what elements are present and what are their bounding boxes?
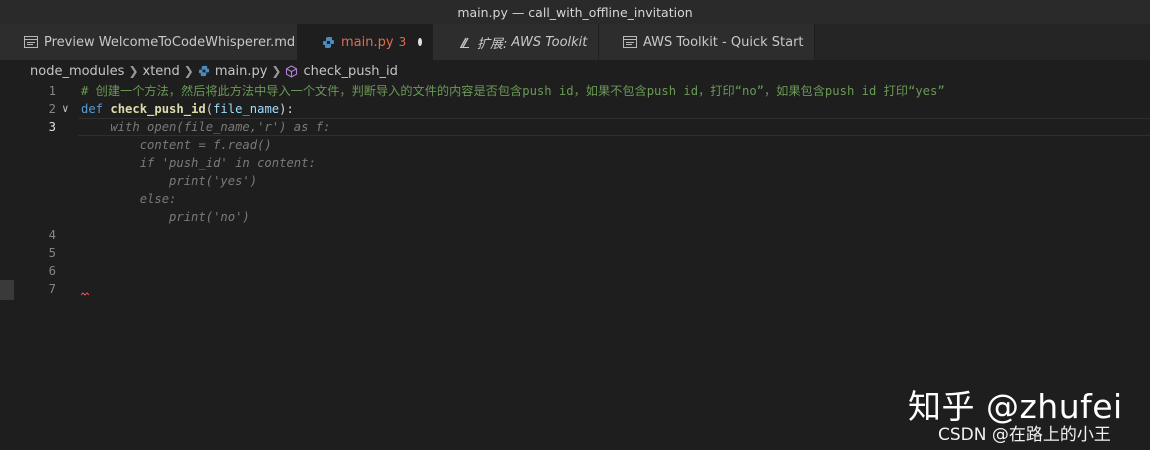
keyword-def: def	[81, 102, 104, 116]
tab-bar: Preview WelcomeToCodeWhisperer.md main.p…	[0, 24, 1150, 60]
line-number: 2	[48, 102, 56, 116]
suggestion-line: else:	[0, 190, 1150, 208]
line-number: 7	[48, 282, 56, 296]
breadcrumb-item-main-py[interactable]: main.py	[215, 64, 268, 79]
function-name: check_push_id	[110, 102, 206, 116]
tab-preview-welcome[interactable]: Preview WelcomeToCodeWhisperer.md	[0, 24, 298, 60]
code-comment: # 创建一个方法，然后将此方法中导入一个文件，判断导入的文件的内容是否包含pus…	[81, 84, 945, 98]
inline-suggestion: else:	[81, 192, 177, 206]
suggestion-line: print('no')	[0, 208, 1150, 226]
code-line-current[interactable]: 3 with open(file_name,'r') as f:	[0, 118, 1150, 136]
line-number: 6	[48, 264, 56, 278]
line-number: 4	[48, 228, 56, 242]
chevron-right-icon: ❯	[183, 64, 194, 78]
inline-suggestion: content = f.read()	[81, 138, 272, 152]
breadcrumb-item-check-push-id[interactable]: check_push_id	[303, 64, 397, 79]
suggestion-line: print('yes')	[0, 172, 1150, 190]
inline-suggestion: print('yes')	[81, 174, 258, 188]
suggestion-line: content = f.read()	[0, 136, 1150, 154]
unsaved-dot-icon[interactable]	[418, 38, 422, 46]
preview-icon	[24, 35, 38, 49]
code-line[interactable]: 7	[0, 280, 1150, 298]
suggestion-line: if 'push_id' in content:	[0, 154, 1150, 172]
chevron-right-icon: ❯	[128, 64, 139, 78]
python-icon	[322, 35, 335, 49]
code-line[interactable]: 4	[0, 226, 1150, 244]
tab-prefix: 扩展:	[477, 36, 508, 52]
preview-icon	[623, 35, 637, 49]
code-line[interactable]: 1 # 创建一个方法，然后将此方法中导入一个文件，判断导入的文件的内容是否包含p…	[0, 82, 1150, 100]
window-title: main.py — call_with_offline_invitation	[0, 0, 1150, 24]
code-line[interactable]: 2 ∨ def check_push_id(file_name):	[0, 100, 1150, 118]
line-number: 1	[48, 84, 56, 98]
tab-label: Preview WelcomeToCodeWhisperer.md	[44, 34, 296, 50]
breadcrumb-item-node-modules[interactable]: node_modules	[30, 64, 124, 79]
paren-close: ):	[279, 102, 294, 116]
symbol-method-icon	[285, 64, 298, 78]
fold-chevron-icon[interactable]: ∨	[62, 100, 76, 118]
code-line[interactable]: 6	[0, 262, 1150, 280]
tab-aws-toolkit-quick-start[interactable]: AWS Toolkit - Quick Start	[599, 24, 815, 60]
python-icon	[198, 65, 210, 77]
code-line[interactable]: 5	[0, 244, 1150, 262]
tab-label: main.py	[341, 34, 394, 50]
code-def-line: def check_push_id(file_name):	[81, 100, 294, 118]
watermark-csdn: CSDN @在路上的小王	[938, 425, 1111, 445]
tab-label: AWS Toolkit - Quick Start	[643, 34, 804, 50]
tab-label: AWS Toolkit	[511, 34, 588, 50]
chevron-right-icon: ❯	[271, 64, 282, 78]
error-squiggle-icon	[81, 292, 89, 296]
line-number: 5	[48, 246, 56, 260]
inline-suggestion: if 'push_id' in content:	[81, 156, 316, 170]
breadcrumb: node_modules ❯ xtend ❯ main.py ❯ check_p…	[0, 60, 1150, 82]
breadcrumb-item-xtend[interactable]: xtend	[143, 64, 180, 79]
inline-suggestion: with open(file_name,'r') as f:	[81, 120, 331, 134]
problem-count-badge: 3	[398, 35, 407, 49]
inline-suggestion: print('no')	[81, 210, 250, 224]
extension-icon	[457, 35, 471, 49]
paren-open: (	[205, 102, 214, 116]
tab-aws-toolkit-extension[interactable]: 扩展: AWS Toolkit	[433, 24, 599, 60]
tab-main-py[interactable]: main.py 3	[298, 24, 433, 60]
param-file-name: file_name	[213, 102, 280, 116]
line-number: 3	[48, 120, 56, 134]
